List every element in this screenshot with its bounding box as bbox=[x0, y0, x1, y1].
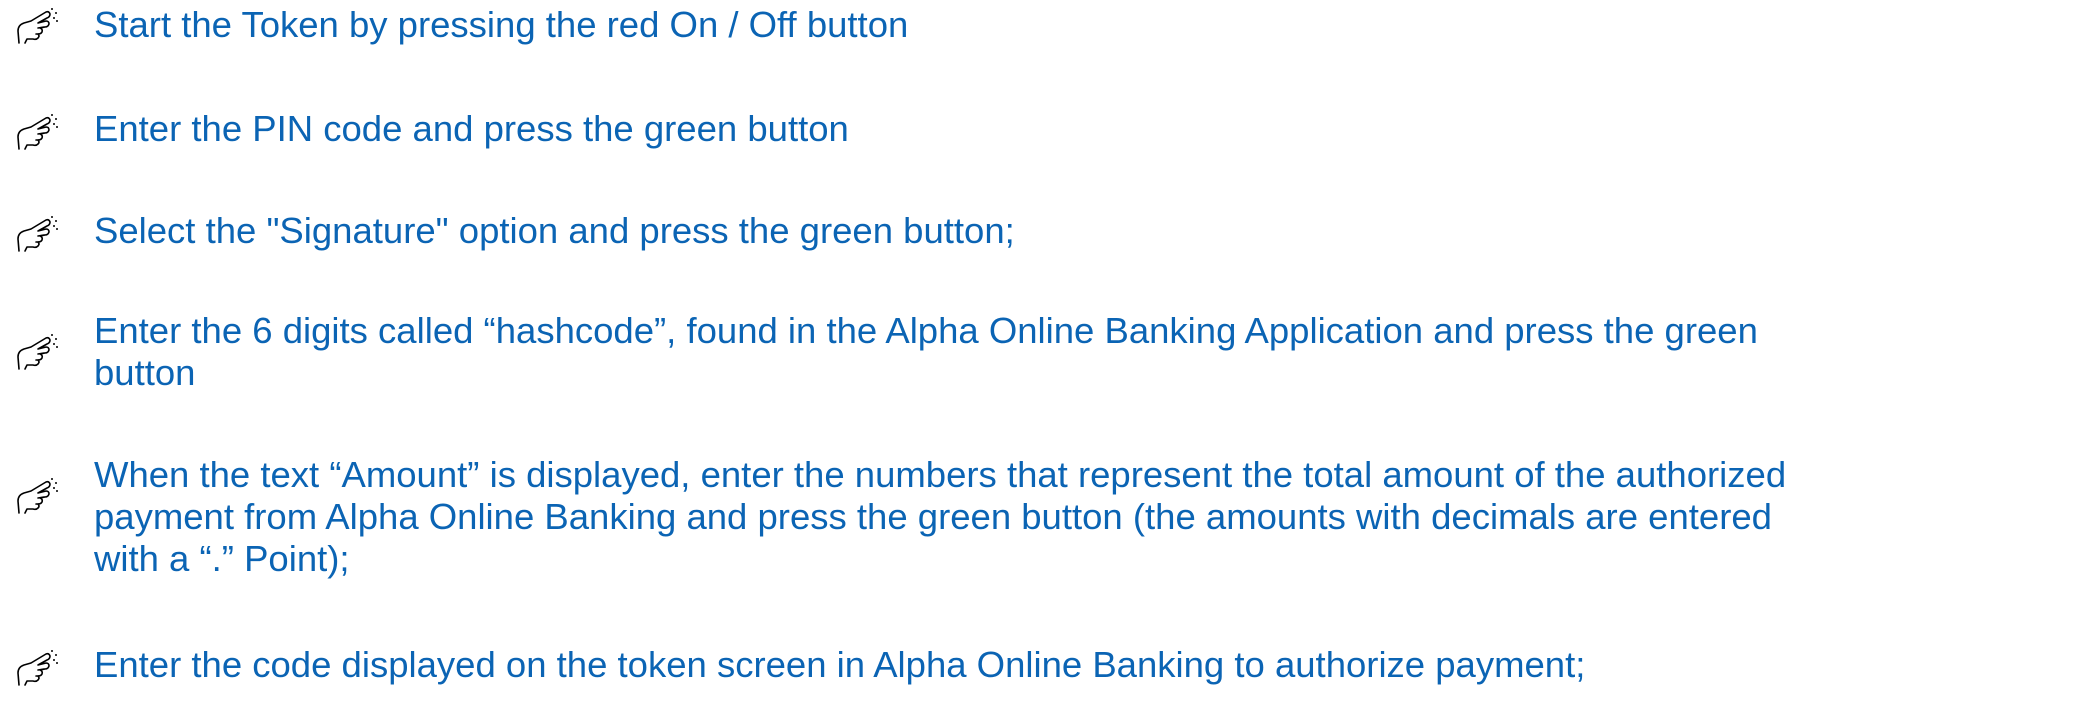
pointing-hand-icon bbox=[14, 6, 58, 46]
step-text: Select the "Signature" option and press … bbox=[94, 210, 2069, 252]
step-text-line: When the text “Amount” is displayed, ent… bbox=[94, 454, 1787, 495]
pointing-hand-icon bbox=[14, 332, 58, 372]
step-text-line: button bbox=[94, 352, 196, 393]
step-text-line: Select the "Signature" option and press … bbox=[94, 210, 1015, 251]
step-text: Enter the code displayed on the token sc… bbox=[94, 644, 2069, 686]
pointing-hand-icon bbox=[14, 648, 58, 688]
step-text-line: Enter the 6 digits called “hashcode”, fo… bbox=[94, 310, 1758, 351]
step-text-line: payment from Alpha Online Banking and pr… bbox=[94, 496, 1772, 537]
step-text-line: with a “.” Point); bbox=[94, 538, 350, 579]
step-text-line: Start the Token by pressing the red On /… bbox=[94, 4, 909, 45]
pointing-hand-icon bbox=[14, 476, 58, 516]
step-text: When the text “Amount” is displayed, ent… bbox=[94, 454, 2069, 580]
step-text: Enter the PIN code and press the green b… bbox=[94, 108, 2069, 150]
pointing-hand-icon bbox=[14, 214, 58, 254]
step-text-line: Enter the code displayed on the token sc… bbox=[94, 644, 1586, 685]
instruction-list: Start the Token by pressing the red On /… bbox=[0, 0, 2083, 712]
pointing-hand-icon bbox=[14, 112, 58, 152]
step-text: Start the Token by pressing the red On /… bbox=[94, 4, 2069, 46]
step-text-line: Enter the PIN code and press the green b… bbox=[94, 108, 849, 149]
step-text: Enter the 6 digits called “hashcode”, fo… bbox=[94, 310, 2069, 394]
